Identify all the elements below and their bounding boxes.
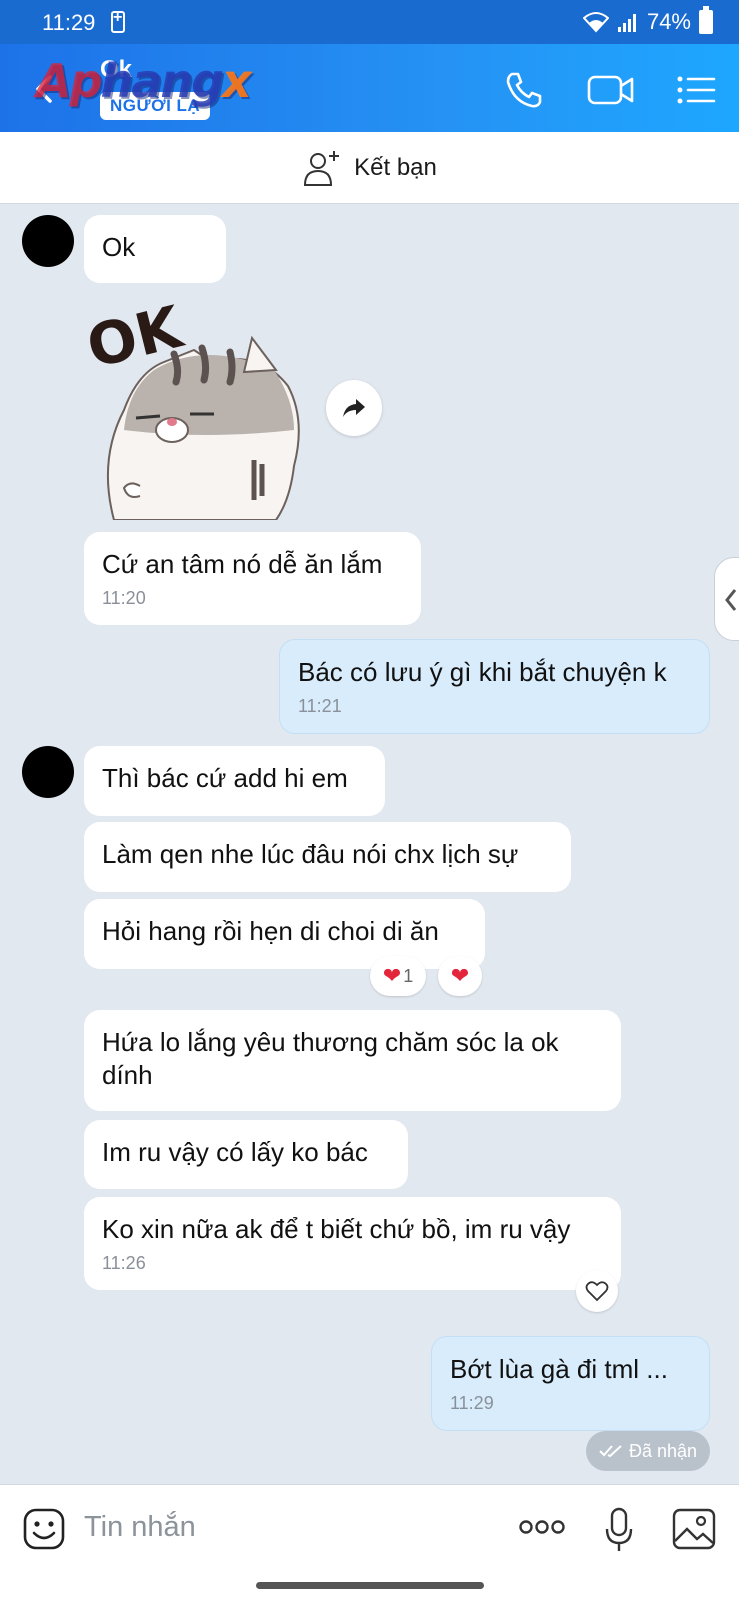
react-button[interactable]: ❤ xyxy=(438,956,482,996)
message-text: Bớt lùa gà đi tml ... xyxy=(450,1354,668,1384)
sticker-cat-ok[interactable]: OK xyxy=(84,290,314,520)
react-button[interactable] xyxy=(576,1270,618,1312)
message-text: Cứ an tâm nó dễ ăn lắm xyxy=(102,549,383,579)
system-nav-bar xyxy=(0,1572,739,1600)
message-bubble[interactable]: Hứa lo lắng yêu thương chăm sóc la ok dí… xyxy=(84,1010,621,1111)
message-time: 11:20 xyxy=(102,588,146,608)
reaction-count: 1 xyxy=(403,965,414,986)
message-text: Bác có lưu ý gì khi bắt chuyện k xyxy=(298,657,667,687)
message-bubble[interactable]: Hỏi hang rồi hẹn di choi di ăn xyxy=(84,899,485,969)
message-bubble-mine[interactable]: Bớt lùa gà đi tml ... 11:29 xyxy=(431,1336,710,1431)
message-bubble[interactable]: Ko xin nữa ak để t biết chứ bồ, im ru vậ… xyxy=(84,1197,621,1290)
home-gesture-handle[interactable] xyxy=(256,1582,484,1589)
heart-icon: ❤ xyxy=(450,963,470,988)
message-time: 11:21 xyxy=(298,696,342,716)
message-bubble[interactable]: Ok xyxy=(84,215,226,283)
emoji-sticker-icon[interactable] xyxy=(22,1507,66,1551)
double-check-icon xyxy=(599,1445,622,1458)
microphone-icon[interactable] xyxy=(604,1507,634,1553)
message-time: 11:26 xyxy=(102,1253,146,1273)
message-bubble-mine[interactable]: Bác có lưu ý gì khi bắt chuyện k 11:21 xyxy=(279,639,710,734)
delivery-status: Đã nhận xyxy=(586,1431,710,1471)
message-text: Thì bác cứ add hi em xyxy=(102,763,348,793)
chat-area[interactable]: Ok OK Cứ an tâm nó dễ ăn lắm 11:20 Bác c… xyxy=(0,0,739,1484)
message-text: Hỏi hang rồi hẹn di choi di ăn xyxy=(102,916,439,946)
reaction-summary[interactable]: ❤ 1 xyxy=(370,956,426,996)
message-bubble[interactable]: Thì bác cứ add hi em xyxy=(84,746,385,816)
composer: Tin nhắn xyxy=(0,1484,739,1572)
more-options-icon[interactable] xyxy=(518,1517,566,1537)
message-bubble[interactable]: Im ru vậy có lấy ko bác xyxy=(84,1120,408,1189)
message-text: Ok xyxy=(102,232,136,262)
message-time: 11:29 xyxy=(450,1393,494,1413)
side-panel-tab[interactable] xyxy=(714,557,739,641)
message-text: Ko xin nữa ak để t biết chứ bồ, im ru vậ… xyxy=(102,1214,571,1244)
share-arrow-icon xyxy=(343,399,365,417)
avatar[interactable] xyxy=(22,746,74,798)
delivery-status-text: Đã nhận xyxy=(628,1440,698,1461)
message-text: Hứa lo lắng yêu thương chăm sóc la ok dí… xyxy=(102,1027,559,1090)
message-input[interactable]: Tin nhắn xyxy=(84,1511,196,1544)
message-bubble[interactable]: Cứ an tâm nó dễ ăn lắm 11:20 xyxy=(84,532,421,625)
heart-icon: ❤ xyxy=(382,963,402,988)
heart-outline-icon xyxy=(585,1281,609,1302)
avatar[interactable] xyxy=(22,215,74,267)
share-button[interactable] xyxy=(326,380,382,436)
message-text: Im ru vậy có lấy ko bác xyxy=(102,1137,368,1167)
message-bubble[interactable]: Làm qen nhe lúc đâu nói chx lịch sự xyxy=(84,822,571,892)
chevron-left-icon xyxy=(725,589,737,611)
message-text: Làm qen nhe lúc đâu nói chx lịch sự xyxy=(102,839,519,869)
image-gallery-icon[interactable] xyxy=(671,1507,717,1551)
